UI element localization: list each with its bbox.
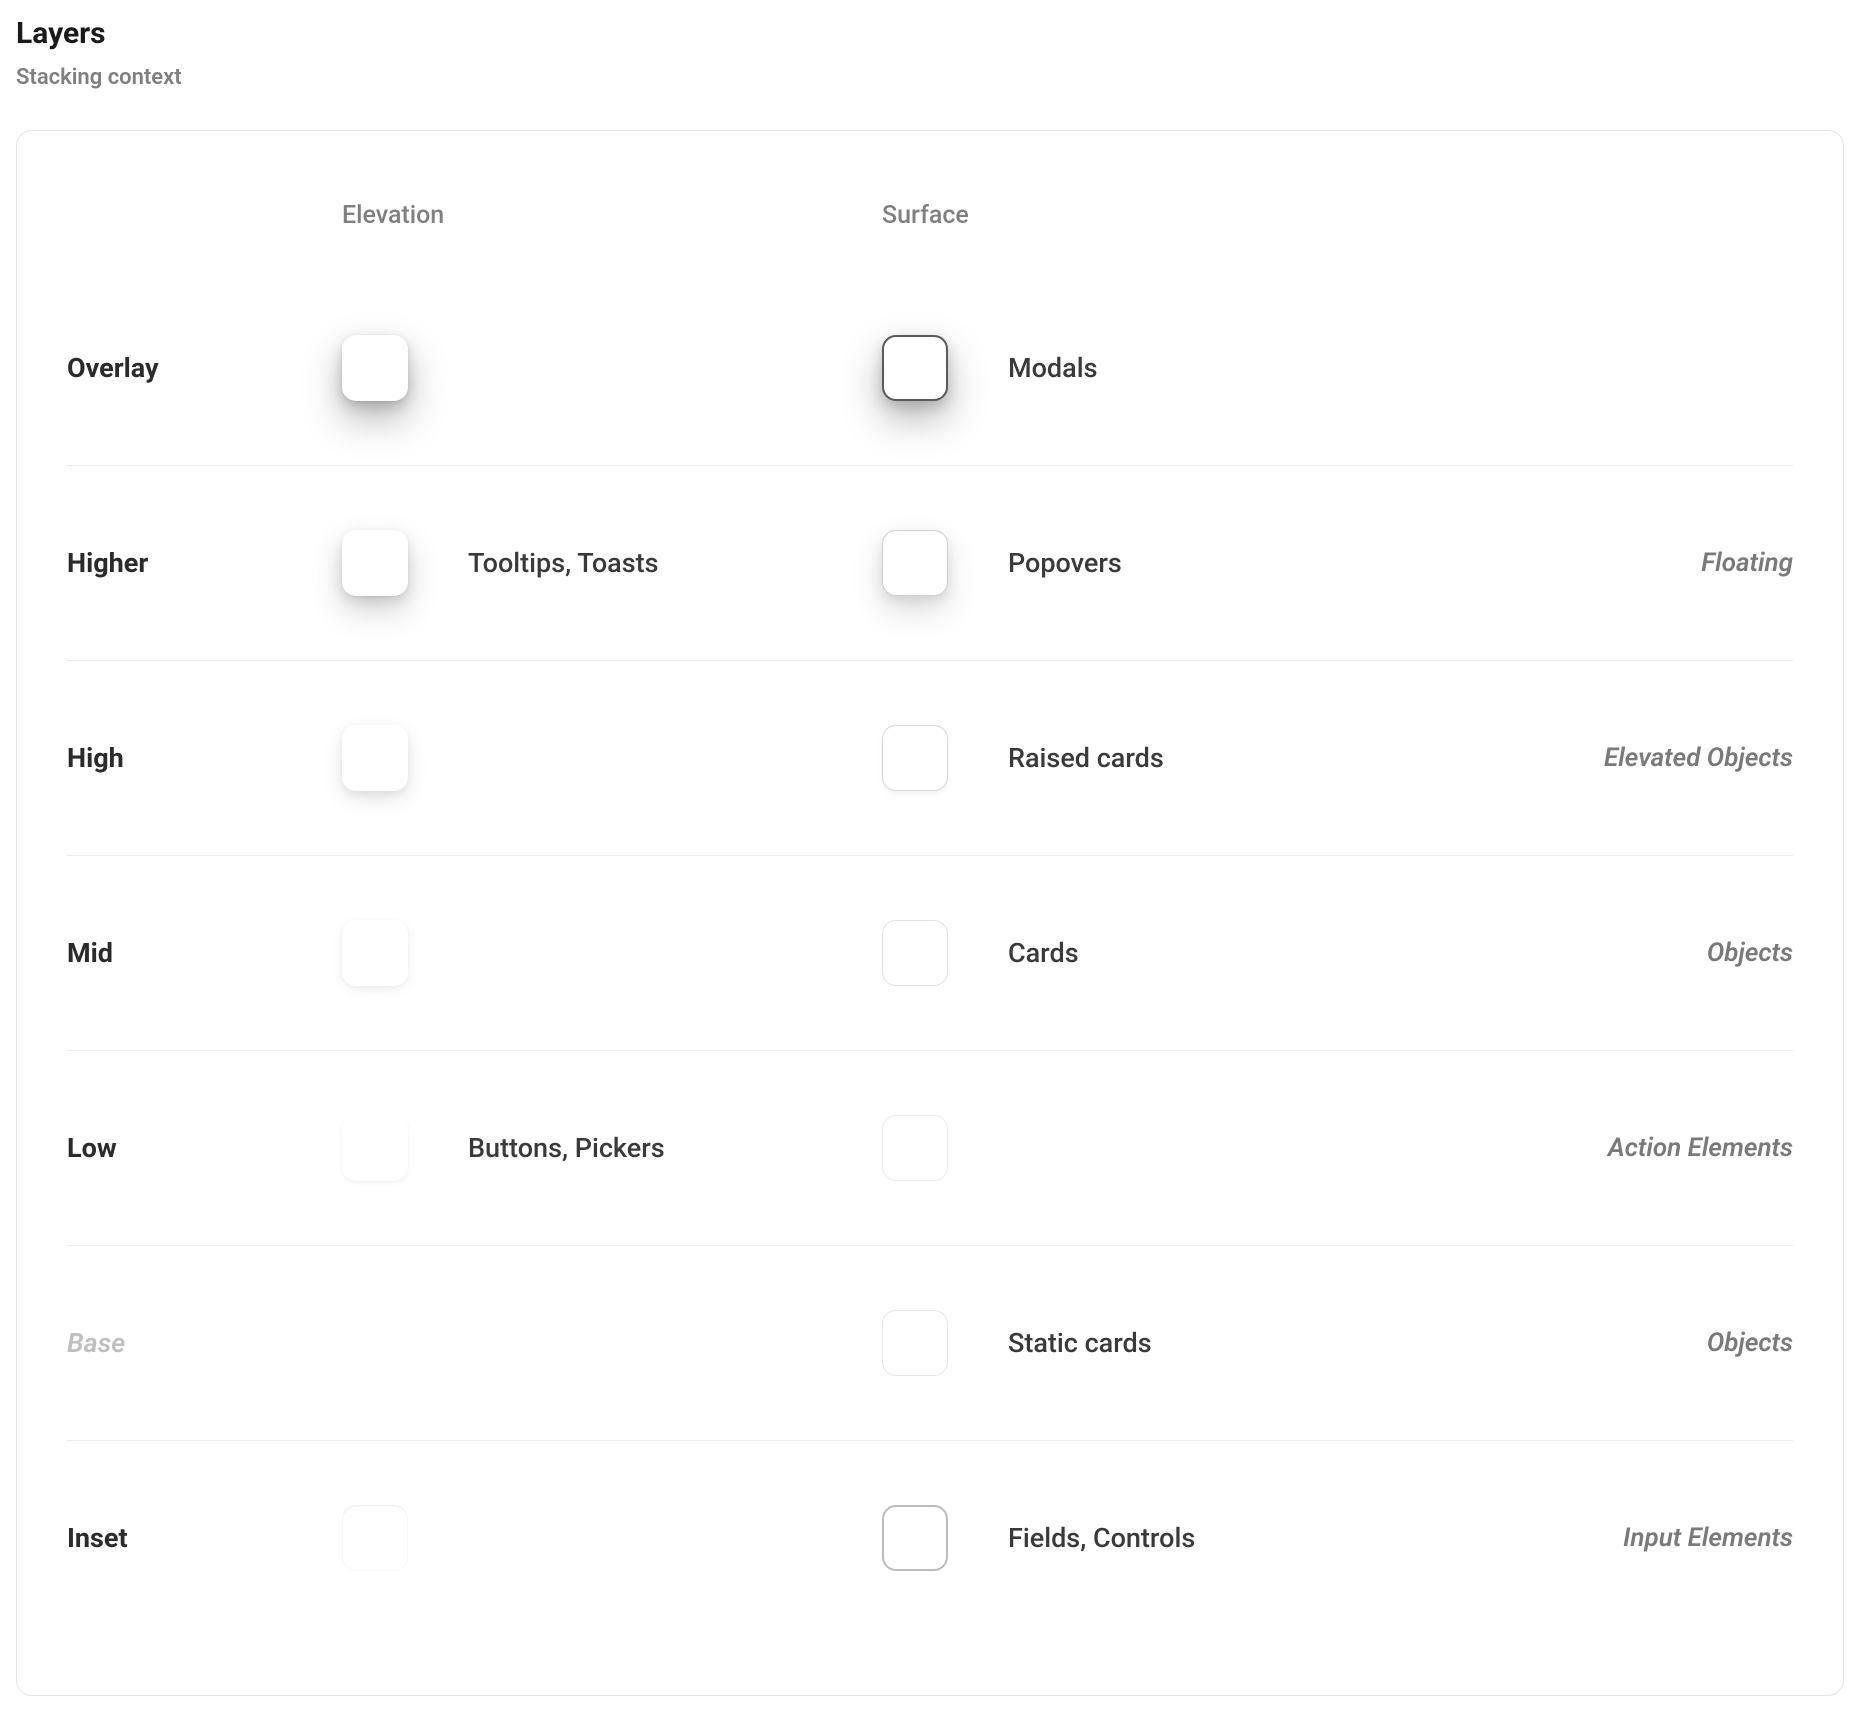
category-label: Floating (1422, 548, 1793, 578)
column-header-elevation: Elevation (342, 201, 882, 230)
surface-cell: Raised cards (882, 725, 1422, 791)
surface-example: Cards (1008, 937, 1079, 969)
layers-table: Elevation Surface Overlay Modals Higher Too… (67, 201, 1793, 1635)
elevation-example: Buttons, Pickers (468, 1132, 665, 1164)
layers-card: Elevation Surface Overlay Modals Higher Too… (16, 130, 1844, 1696)
elevation-swatch (342, 1115, 408, 1181)
table-header: Elevation Surface (67, 201, 1793, 270)
elevation-swatch (342, 725, 408, 791)
surface-example: Raised cards (1008, 742, 1164, 774)
category-label: Action Elements (1422, 1133, 1793, 1163)
page-subtitle: Stacking context (16, 65, 1844, 90)
surface-example: Popovers (1008, 547, 1122, 579)
surface-swatch (882, 1310, 948, 1376)
surface-swatch (882, 530, 948, 596)
elevation-cell (342, 335, 882, 401)
surface-example: Modals (1008, 352, 1097, 384)
surface-example: Fields, Controls (1008, 1522, 1195, 1554)
level-label: High (67, 742, 342, 774)
category-label: Objects (1422, 1328, 1793, 1358)
elevation-cell (342, 920, 882, 986)
surface-swatch (882, 725, 948, 791)
level-label: Overlay (67, 352, 342, 384)
category-label: Objects (1422, 938, 1793, 968)
table-row: Overlay Modals (67, 270, 1793, 465)
surface-cell: Fields, Controls (882, 1505, 1422, 1571)
table-row: Low Buttons, Pickers Action Elements (67, 1050, 1793, 1245)
level-label: Higher (67, 547, 342, 579)
level-label: Low (67, 1132, 342, 1164)
elevation-cell (342, 1505, 882, 1571)
elevation-cell: Buttons, Pickers (342, 1115, 882, 1181)
elevation-cell (342, 725, 882, 791)
elevation-swatch (342, 920, 408, 986)
surface-swatch (882, 920, 948, 986)
table-row: Base Static cards Objects (67, 1245, 1793, 1440)
elevation-swatch (342, 530, 408, 596)
table-row: High Raised cards Elevated Objects (67, 660, 1793, 855)
surface-cell: Popovers (882, 530, 1422, 596)
level-label: Base (67, 1327, 342, 1359)
elevation-cell: Tooltips, Toasts (342, 530, 882, 596)
surface-cell: Cards (882, 920, 1422, 986)
table-row: Mid Cards Objects (67, 855, 1793, 1050)
category-label: Input Elements (1422, 1523, 1793, 1553)
elevation-example: Tooltips, Toasts (468, 547, 658, 579)
surface-cell: Static cards (882, 1310, 1422, 1376)
elevation-swatch (342, 1505, 408, 1571)
table-row: Inset Fields, Controls Input Elements (67, 1440, 1793, 1635)
surface-cell (882, 1115, 1422, 1181)
surface-example: Static cards (1008, 1327, 1152, 1359)
surface-swatch (882, 1505, 948, 1571)
surface-cell: Modals (882, 335, 1422, 401)
level-label: Inset (67, 1522, 342, 1554)
elevation-cell (342, 1310, 882, 1376)
surface-swatch (882, 1115, 948, 1181)
elevation-swatch (342, 335, 408, 401)
surface-swatch (882, 335, 948, 401)
column-header-surface: Surface (882, 201, 1422, 230)
level-label: Mid (67, 937, 342, 969)
page-title: Layers (16, 16, 1844, 51)
category-label: Elevated Objects (1422, 743, 1793, 773)
table-row: Higher Tooltips, Toasts Popovers Floating (67, 465, 1793, 660)
